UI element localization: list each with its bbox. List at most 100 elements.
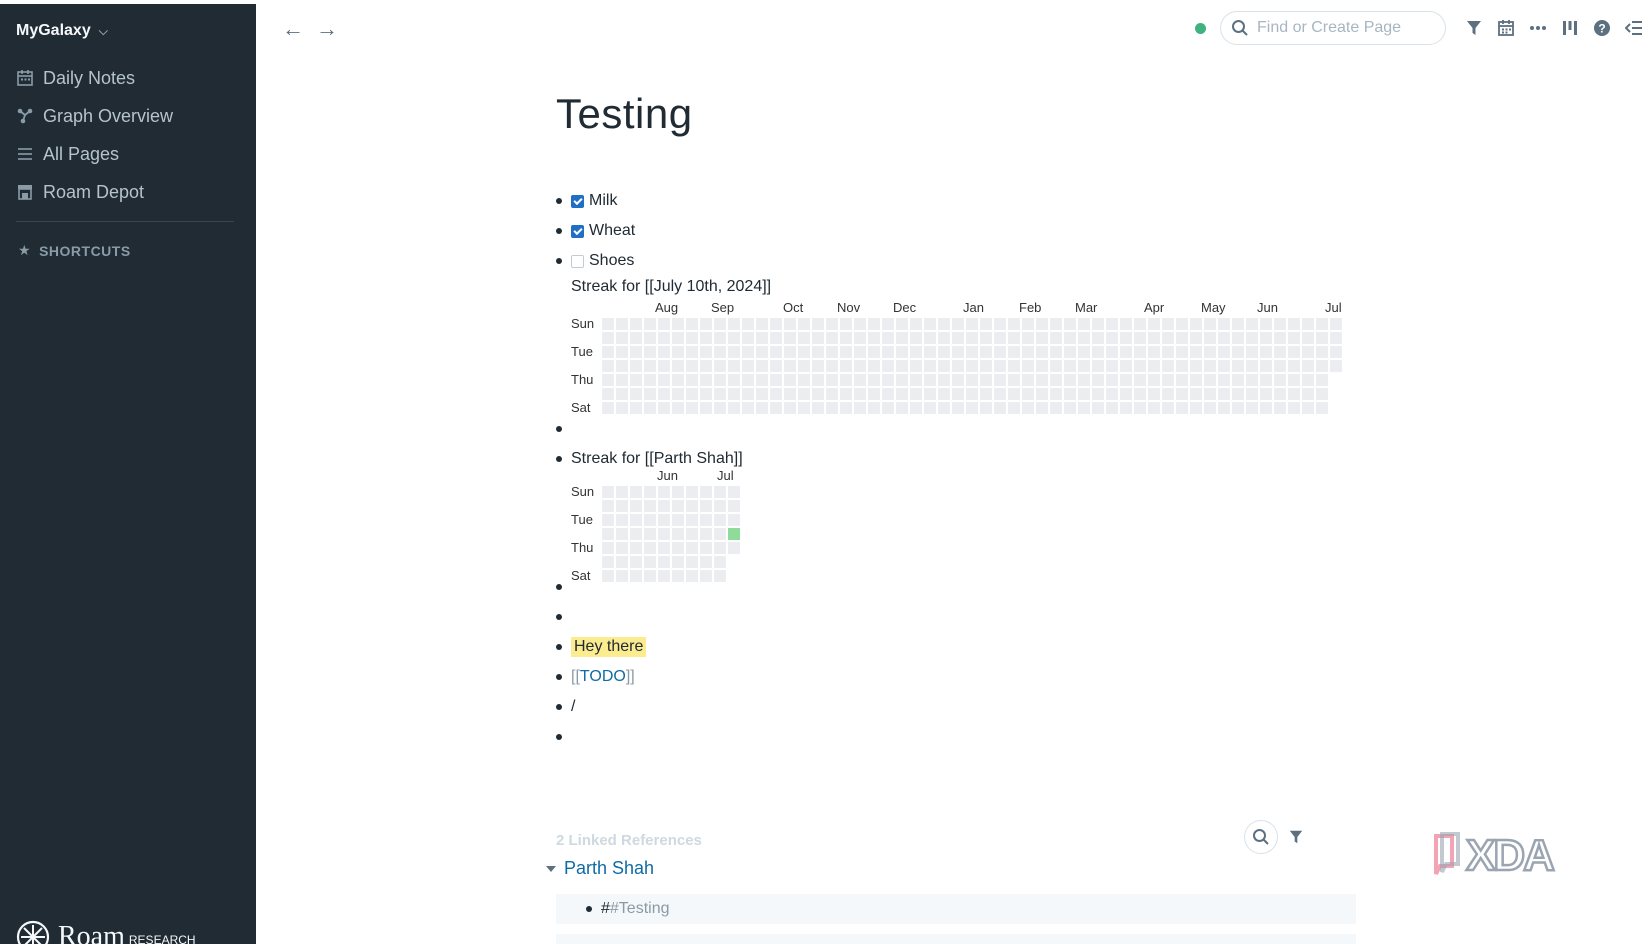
heatmap-day-cell[interactable]	[1078, 388, 1090, 400]
heatmap-day-cell[interactable]	[1288, 388, 1300, 400]
heatmap-day-cell[interactable]	[980, 318, 992, 330]
heatmap-day-cell[interactable]	[1022, 346, 1034, 358]
heatmap-day-cell[interactable]	[952, 402, 964, 414]
heatmap-day-cell[interactable]	[966, 388, 978, 400]
heatmap-day-cell[interactable]	[672, 528, 684, 540]
heatmap-day-cell[interactable]	[1218, 360, 1230, 372]
heatmap-day-cell[interactable]	[1204, 402, 1216, 414]
heatmap-day-cell[interactable]	[728, 360, 740, 372]
heatmap-day-cell[interactable]	[840, 388, 852, 400]
heatmap-day-cell[interactable]	[1008, 374, 1020, 386]
heatmap-day-cell[interactable]	[896, 346, 908, 358]
heatmap-day-cell[interactable]	[784, 332, 796, 344]
heatmap-day-cell[interactable]	[784, 318, 796, 330]
heatmap-day-cell[interactable]	[700, 500, 712, 512]
heatmap-day-cell[interactable]	[1190, 332, 1202, 344]
heatmap-day-cell[interactable]	[700, 556, 712, 568]
heatmap-day-cell[interactable]	[1190, 388, 1202, 400]
heatmap-day-cell[interactable]	[1316, 332, 1328, 344]
heatmap-day-cell[interactable]	[1036, 374, 1048, 386]
heatmap-day-cell[interactable]	[686, 346, 698, 358]
heatmap-day-cell[interactable]	[1316, 374, 1328, 386]
heatmap-day-cell[interactable]	[742, 360, 754, 372]
heatmap-day-cell[interactable]	[840, 360, 852, 372]
heatmap-day-cell[interactable]	[714, 486, 726, 498]
heatmap-day-cell[interactable]	[1316, 360, 1328, 372]
heatmap-day-cell[interactable]	[770, 332, 782, 344]
heatmap-day-cell[interactable]	[742, 318, 754, 330]
heatmap-day-cell[interactable]	[1232, 346, 1244, 358]
heatmap-day-cell[interactable]	[952, 332, 964, 344]
heatmap-day-cell[interactable]	[1218, 402, 1230, 414]
heatmap-day-cell[interactable]	[1232, 402, 1244, 414]
heatmap-day-cell[interactable]	[1092, 402, 1104, 414]
heatmap-day-cell[interactable]	[616, 346, 628, 358]
heatmap-day-cell[interactable]	[1204, 346, 1216, 358]
heatmap-day-cell[interactable]	[714, 402, 726, 414]
heatmap-day-cell[interactable]	[896, 360, 908, 372]
heatmap-day-cell[interactable]	[1274, 388, 1286, 400]
heatmap-day-cell[interactable]	[1176, 402, 1188, 414]
heatmap-day-cell[interactable]	[1274, 318, 1286, 330]
heatmap-day-cell[interactable]	[868, 318, 880, 330]
heatmap-day-cell[interactable]	[630, 486, 642, 498]
heatmap-day-cell[interactable]	[644, 542, 656, 554]
heatmap-day-cell[interactable]	[812, 346, 824, 358]
heatmap-day-cell[interactable]	[728, 374, 740, 386]
heatmap-day-cell[interactable]	[1260, 402, 1272, 414]
heatmap-day-cell[interactable]	[854, 360, 866, 372]
block-bullet[interactable]	[556, 584, 562, 590]
heatmap-day-cell[interactable]	[1022, 318, 1034, 330]
heatmap-day-cell[interactable]	[1134, 402, 1146, 414]
heatmap-day-cell[interactable]	[616, 388, 628, 400]
heatmap-day-cell[interactable]	[910, 318, 922, 330]
heatmap-day-cell[interactable]	[1288, 360, 1300, 372]
heatmap-day-cell[interactable]	[896, 388, 908, 400]
heatmap-day-cell[interactable]	[798, 374, 810, 386]
heatmap-day-cell[interactable]	[1106, 402, 1118, 414]
heatmap-day-cell[interactable]	[672, 346, 684, 358]
heatmap-day-cell[interactable]	[644, 486, 656, 498]
heatmap-day-cell[interactable]	[1106, 374, 1118, 386]
heatmap-day-cell[interactable]	[854, 332, 866, 344]
heatmap-day-cell[interactable]	[644, 514, 656, 526]
heatmap-day-cell[interactable]	[1204, 318, 1216, 330]
heatmap-day-cell[interactable]	[658, 332, 670, 344]
heatmap-day-cell[interactable]	[644, 346, 656, 358]
heatmap-day-cell[interactable]	[1036, 360, 1048, 372]
heatmap-day-cell[interactable]	[1092, 318, 1104, 330]
heatmap-day-cell[interactable]	[602, 500, 614, 512]
reference-tag[interactable]: #Testing	[610, 900, 670, 917]
heatmap-day-cell[interactable]	[826, 374, 838, 386]
heatmap-day-cell[interactable]	[630, 514, 642, 526]
heatmap-day-cell[interactable]	[714, 388, 726, 400]
heatmap-day-cell[interactable]	[686, 374, 698, 386]
heatmap-day-cell[interactable]	[840, 346, 852, 358]
heatmap-day-cell[interactable]	[980, 374, 992, 386]
todo-checkbox[interactable]	[571, 194, 584, 208]
heatmap-day-cell[interactable]	[1176, 388, 1188, 400]
heatmap-day-cell[interactable]	[644, 318, 656, 330]
heatmap-day-cell[interactable]	[728, 500, 740, 512]
heatmap-day-cell[interactable]	[966, 318, 978, 330]
heatmap-day-cell[interactable]	[700, 388, 712, 400]
heatmap-day-cell[interactable]	[1330, 318, 1342, 330]
heatmap-day-cell[interactable]	[686, 500, 698, 512]
heatmap-day-cell[interactable]	[1148, 346, 1160, 358]
heatmap-day-cell[interactable]	[644, 402, 656, 414]
heatmap-day-cell[interactable]	[630, 402, 642, 414]
graph-switcher[interactable]: MyGalaxy ⌵	[16, 22, 108, 40]
heatmap-day-cell[interactable]	[686, 388, 698, 400]
heatmap-day-cell[interactable]	[714, 346, 726, 358]
heatmap-day-cell[interactable]	[924, 318, 936, 330]
block-bullet[interactable]	[586, 906, 592, 912]
heatmap-day-cell[interactable]	[1078, 402, 1090, 414]
heatmap-day-cell[interactable]	[756, 332, 768, 344]
heatmap-day-cell[interactable]	[1246, 332, 1258, 344]
heatmap-day-cell[interactable]	[1218, 374, 1230, 386]
heatmap-day-cell[interactable]	[882, 360, 894, 372]
heatmap-day-cell[interactable]	[1148, 360, 1160, 372]
empty-block[interactable]	[556, 414, 1376, 444]
heatmap-day-cell[interactable]	[910, 374, 922, 386]
heatmap-day-cell[interactable]	[966, 332, 978, 344]
